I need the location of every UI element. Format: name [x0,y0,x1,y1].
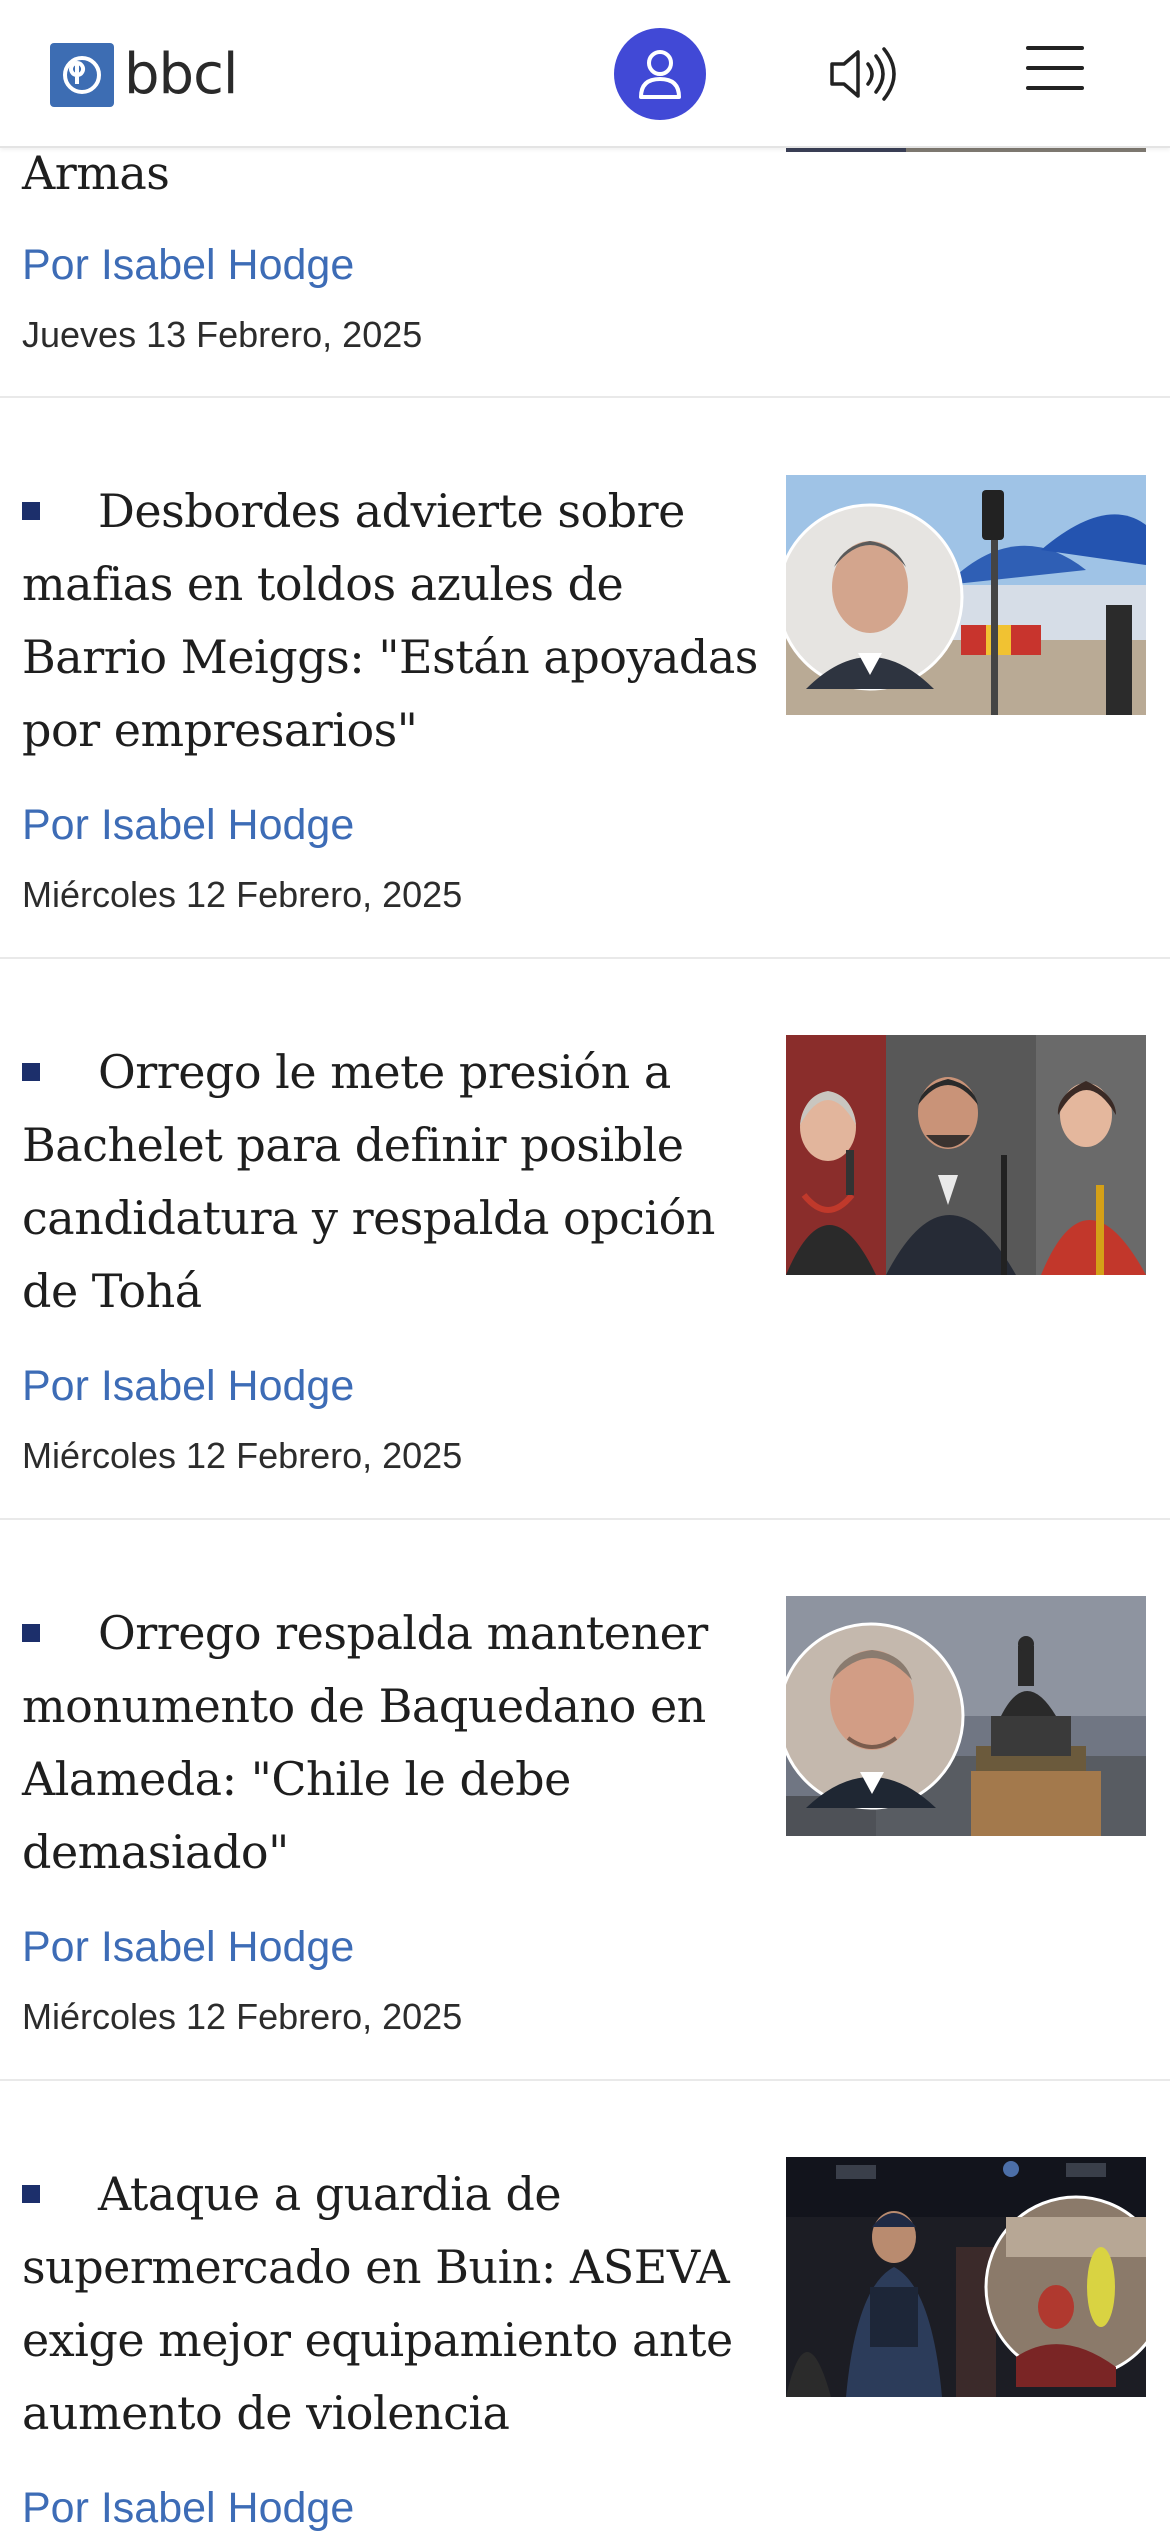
audio-button[interactable] [826,44,906,104]
article-author[interactable]: Por Isabel Hodge [22,244,354,287]
user-account-button[interactable] [614,28,706,120]
divider [0,396,1170,398]
article-title[interactable]: Desbordes advierte sobre mafias en toldo… [22,475,762,767]
logo-text: bbcl [124,42,238,107]
divider [0,1518,1170,1520]
article-author[interactable]: Por Isabel Hodge [22,804,354,847]
article-author[interactable]: Por Isabel Hodge [22,1365,354,1408]
article-title[interactable]: Orrego respalda mantener monumento de Ba… [22,1597,762,1889]
article-date: Miércoles 12 Febrero, 2025 [22,874,463,915]
hamburger-menu-icon[interactable] [1026,46,1084,96]
article-thumbnail[interactable] [786,1596,1146,1836]
article-title[interactable]: Orrego le mete presión a Bachelet para d… [22,1036,762,1328]
divider [0,2079,1170,2081]
article-thumbnail[interactable] [786,1035,1146,1275]
site-logo[interactable]: bbcl [50,40,238,110]
top-header: bbcl [0,0,1170,148]
article-title[interactable]: Ataque a guardia de supermercado en Buin… [22,2158,762,2450]
bbcl-logo-icon [50,43,114,107]
article-thumbnail[interactable] [786,2157,1146,2397]
article-author[interactable]: Por Isabel Hodge [22,2487,354,2530]
bullet-icon [22,1624,40,1642]
bullet-icon [22,1063,40,1081]
divider [0,957,1170,959]
bullet-icon [22,2185,40,2203]
article-author[interactable]: Por Isabel Hodge [22,1926,354,1969]
user-icon [639,50,681,99]
speaker-icon [830,47,896,101]
article-date: Miércoles 12 Febrero, 2025 [22,1435,463,1476]
article-date: Jueves 13 Febrero, 2025 [22,314,423,355]
bullet-icon [22,502,40,520]
article-thumbnail[interactable] [786,475,1146,715]
article-date: Miércoles 12 Febrero, 2025 [22,1996,463,2037]
